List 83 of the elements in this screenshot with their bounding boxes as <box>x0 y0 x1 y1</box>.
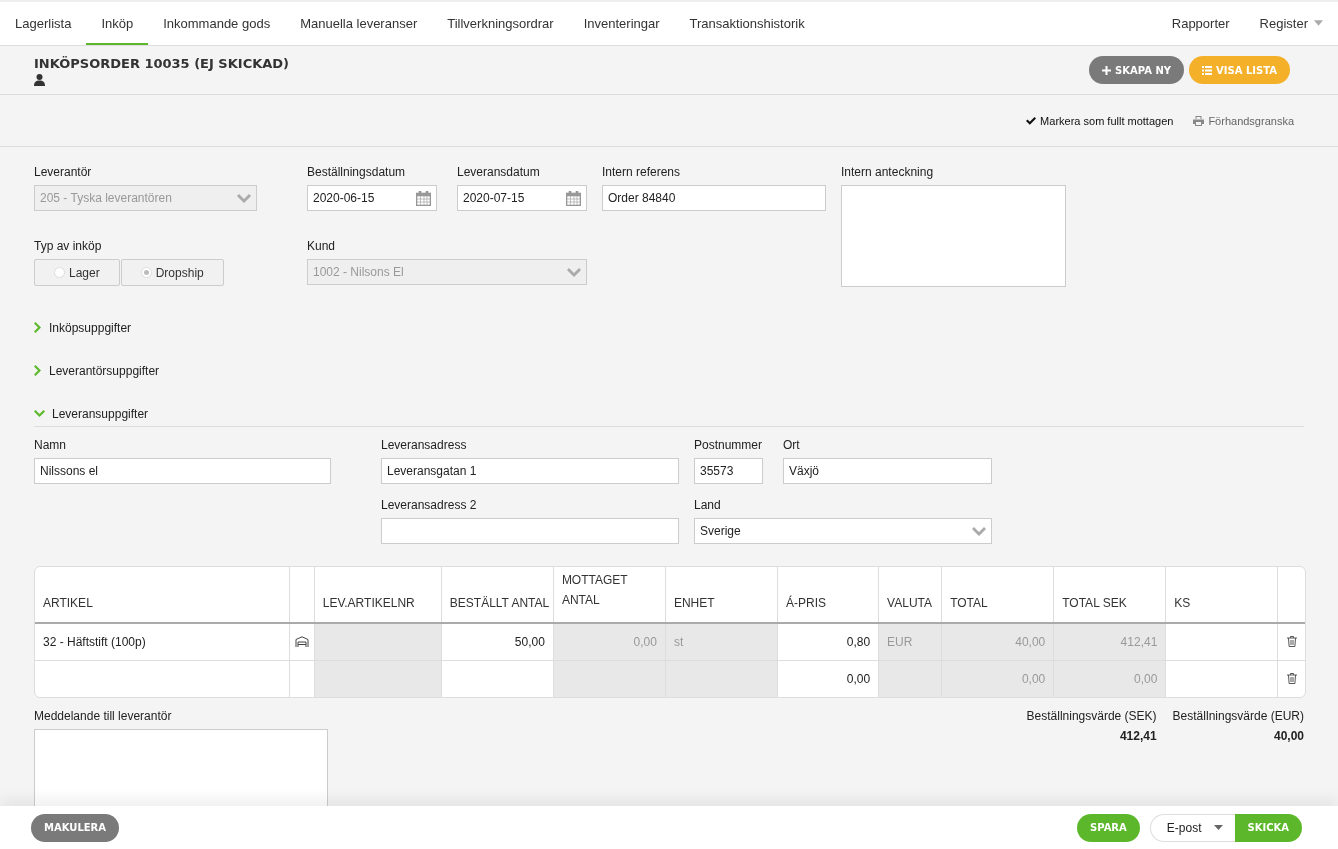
nav-tab[interactable]: Inventeringar <box>568 3 675 45</box>
readonly-cell: 0,00 <box>1053 660 1166 697</box>
delivery-date-field[interactable]: 2020-07-15 <box>457 185 587 211</box>
column-header: BESTÄLLT ANTAL <box>449 596 550 610</box>
section-header[interactable]: Leverantörsuppgifter <box>34 363 1304 378</box>
nav-menu-link[interactable]: Register <box>1244 3 1323 45</box>
section-header[interactable]: Inköpsuppgifter <box>34 320 1304 335</box>
readonly-cell: 0,00 <box>941 660 1054 697</box>
city-field[interactable]: Växjö <box>783 458 992 484</box>
address-field[interactable]: Leveransgatan 1 <box>381 458 679 484</box>
field-label: Postnummer <box>694 438 763 452</box>
order-title: INKÖPSORDER 10035 (EJ SKICKAD) <box>34 56 290 71</box>
postcode-field[interactable]: 35573 <box>694 458 763 484</box>
chevron-down-icon <box>34 409 45 418</box>
nav-tab[interactable]: Tillverkningsordrar <box>432 3 569 45</box>
column-header: ARTIKEL <box>43 596 93 610</box>
column-header: MOTTAGET ANTAL <box>561 572 629 609</box>
name-field[interactable]: Nilssons el <box>34 458 331 484</box>
column-header: VALUTA <box>887 596 932 610</box>
nav-tab[interactable]: Inkommande gods <box>148 3 286 45</box>
readonly-cell: st <box>665 623 778 660</box>
internal-note-field[interactable] <box>841 185 1066 287</box>
readonly-cell: EUR <box>878 623 942 660</box>
nav-tab[interactable]: Transaktionshistorik <box>674 3 820 45</box>
field-label: Meddelande till leverantör <box>34 709 173 723</box>
total-value: 412,41 <box>1119 729 1157 743</box>
preview-link[interactable]: Förhandsgranska <box>1193 114 1294 127</box>
readonly-cell: 412,41 <box>1053 623 1166 660</box>
warehouse-icon <box>294 636 309 648</box>
table-cell[interactable] <box>1277 660 1305 697</box>
table-cell[interactable]: 32 - Häftstift (100p) <box>35 623 290 660</box>
address-2-field[interactable] <box>381 518 679 544</box>
column-header: LEV.ARTIKELNR <box>322 596 415 610</box>
mark-received-link[interactable]: Markera som fullt mottagen <box>1026 114 1174 127</box>
field-label: Leverantör <box>34 165 93 179</box>
country-select[interactable]: Sverige <box>694 518 992 544</box>
check-icon <box>1026 116 1037 125</box>
chevron-right-icon <box>34 322 42 333</box>
column-header: TOTAL <box>950 596 988 610</box>
cancel-order-button[interactable]: MAKULERA <box>31 813 120 842</box>
field-label: Land <box>694 498 722 512</box>
create-new-button[interactable]: SKAPA NY <box>1089 56 1185 84</box>
field-label: Leveransadress 2 <box>381 498 478 512</box>
section-header[interactable]: Leveransuppgifter <box>34 406 1304 427</box>
nav-menu-link[interactable]: Rapporter <box>1171 3 1245 45</box>
nav-tab[interactable]: Manuella leveranser <box>285 3 433 45</box>
list-icon <box>1202 65 1213 75</box>
field-label: Namn <box>34 438 67 452</box>
internal-reference-field[interactable]: Order 84840 <box>602 185 826 211</box>
chevron-down-icon <box>567 267 581 277</box>
chevron-down-icon <box>237 193 251 203</box>
column-header: ENHET <box>673 596 715 610</box>
readonly-cell: 0,00 <box>553 623 666 660</box>
caret-icon <box>1213 825 1223 830</box>
field-label: Intern referens <box>602 165 682 179</box>
plus-icon <box>1102 65 1112 75</box>
calendar-icon <box>566 190 581 206</box>
nav-tab[interactable]: Inköp <box>86 3 149 45</box>
field-label: Intern anteckning <box>841 165 935 179</box>
order-date-field[interactable]: 2020-06-15 <box>307 185 437 211</box>
print-icon <box>1193 115 1205 126</box>
field-label: Leveransdatum <box>457 165 541 179</box>
field-label: Typ av inköp <box>34 239 103 253</box>
calendar-icon <box>416 190 431 206</box>
column-header: TOTAL SEK <box>1062 596 1127 610</box>
field-label: Beställningsdatum <box>307 165 407 179</box>
field-label: Ort <box>783 438 801 452</box>
table-cell[interactable] <box>1165 660 1278 697</box>
message-field[interactable] <box>34 729 328 806</box>
trash-icon[interactable] <box>1286 673 1297 685</box>
nav-tab[interactable]: Lagerlista <box>15 3 87 45</box>
chevron-down-icon <box>972 526 986 536</box>
trash-icon[interactable] <box>1286 636 1297 648</box>
total-label: Beställningsvärde (EUR) <box>1172 709 1304 723</box>
total-label: Beställningsvärde (SEK) <box>1026 709 1157 723</box>
readonly-cell: 40,00 <box>941 623 1054 660</box>
chevron-right-icon <box>34 365 42 376</box>
user-icon <box>34 74 45 86</box>
total-value: 40,00 <box>1273 729 1304 743</box>
column-header: KS <box>1174 596 1191 610</box>
field-label: Kund <box>307 239 337 253</box>
column-header: Á-PRIS <box>786 596 827 610</box>
field-label: Leveransadress <box>381 438 468 452</box>
